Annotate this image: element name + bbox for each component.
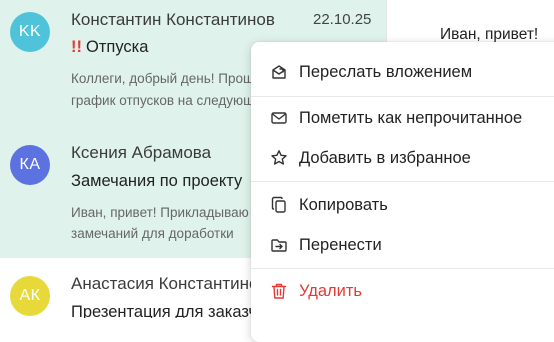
- menu-item-label: Удалить: [299, 281, 362, 300]
- avatar: АК: [10, 276, 50, 316]
- menu-item-delete[interactable]: Удалить: [251, 272, 554, 310]
- priority-mark: !!: [71, 38, 82, 56]
- menu-item-label: Копировать: [299, 195, 388, 214]
- mail-date: 22.10.25: [313, 11, 372, 28]
- star-icon: [270, 149, 288, 167]
- avatar: KK: [10, 12, 50, 52]
- menu-item-copy[interactable]: Копировать: [251, 186, 554, 224]
- copy-icon: [270, 196, 288, 214]
- menu-item-label: Добавить в избранное: [299, 148, 471, 167]
- avatar: КА: [10, 145, 50, 185]
- forward-attachment-icon: [270, 63, 288, 81]
- menu-item-label: Пометить как непрочитанное: [299, 108, 523, 127]
- mail-subject: Замечания по проекту: [71, 172, 243, 190]
- menu-item-label: Переслать вложением: [299, 62, 473, 81]
- mail-sender: Константин Константинов: [71, 10, 275, 29]
- mail-subject: !! Отпуска: [71, 38, 148, 57]
- menu-item-add-favorite[interactable]: Добавить в избранное: [251, 139, 554, 177]
- mail-subject-text: Отпуска: [86, 38, 149, 56]
- menu-item-label: Перенести: [299, 235, 382, 254]
- menu-item-move[interactable]: Перенести: [251, 226, 554, 264]
- menu-divider: [251, 268, 554, 269]
- move-to-folder-icon: [270, 236, 288, 254]
- menu-divider: [251, 96, 554, 97]
- mail-snippet-line-2: замечаний для доработки: [71, 226, 234, 241]
- trash-icon: [270, 282, 288, 300]
- context-menu: Переслать вложением Пометить как непрочи…: [251, 42, 554, 342]
- menu-item-mark-unread[interactable]: Пометить как непрочитанное: [251, 99, 554, 137]
- menu-item-forward-as-attachment[interactable]: Переслать вложением: [251, 53, 554, 91]
- envelope-icon: [270, 109, 288, 127]
- menu-divider: [251, 181, 554, 182]
